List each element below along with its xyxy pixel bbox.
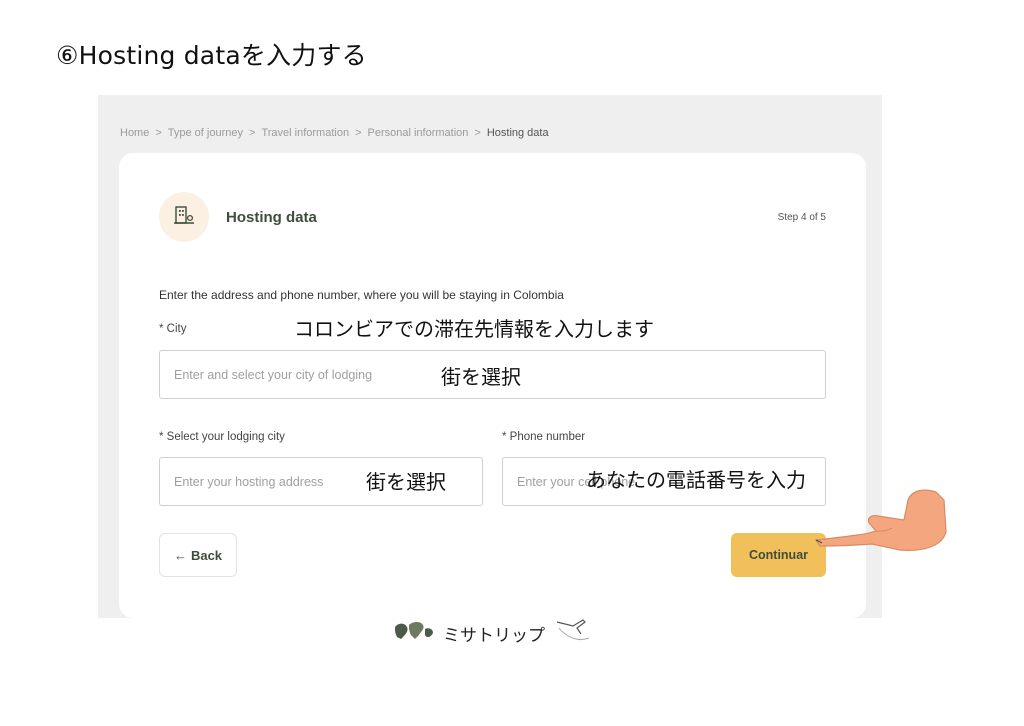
airplane-icon <box>553 616 593 651</box>
back-button[interactable]: ← Back <box>159 533 237 577</box>
annotation-city-note: コロンビアでの滞在先情報を入力します <box>294 317 654 341</box>
breadcrumb-personal-information[interactable]: Personal information <box>368 127 469 139</box>
lodging-city-label: * Select your lodging city <box>159 431 285 443</box>
screenshot-region: Home > Type of journey > Travel informat… <box>98 95 882 618</box>
building-icon <box>173 204 195 230</box>
icon-badge <box>159 192 209 242</box>
breadcrumb-type-of-journey[interactable]: Type of journey <box>168 127 243 139</box>
city-label: * City <box>159 323 187 335</box>
page: ⑥Hosting dataを入力する Home > Type of journe… <box>0 0 1024 726</box>
breadcrumb-separator: > <box>474 127 481 139</box>
back-button-label: Back <box>190 547 223 563</box>
breadcrumb-separator: > <box>249 127 256 139</box>
page-title: ⑥Hosting dataを入力する <box>56 41 367 70</box>
step-indicator: Step 4 of 5 <box>777 212 826 223</box>
footer-brand: ミサトリップ <box>393 616 593 651</box>
breadcrumb-separator: > <box>155 127 162 139</box>
annotation-city-input: 街を選択 <box>441 365 521 389</box>
pointing-hand-icon <box>812 486 948 558</box>
annotation-address: 街を選択 <box>366 470 446 494</box>
breadcrumb: Home > Type of journey > Travel informat… <box>120 127 549 139</box>
card-title: Hosting data <box>226 209 317 226</box>
breadcrumb-hosting-data: Hosting data <box>486 127 549 139</box>
brand-name: ミサトリップ <box>443 626 545 646</box>
breadcrumb-travel-information[interactable]: Travel information <box>261 127 349 139</box>
phone-label: * Phone number <box>502 431 586 443</box>
world-map-icon <box>393 619 435 648</box>
breadcrumb-home[interactable]: Home <box>120 127 149 139</box>
arrow-left-icon: ← <box>173 547 187 563</box>
form-description: Enter the address and phone number, wher… <box>159 288 564 302</box>
breadcrumb-separator: > <box>355 127 362 139</box>
annotation-phone: あなたの電話番号を入力 <box>586 468 806 492</box>
